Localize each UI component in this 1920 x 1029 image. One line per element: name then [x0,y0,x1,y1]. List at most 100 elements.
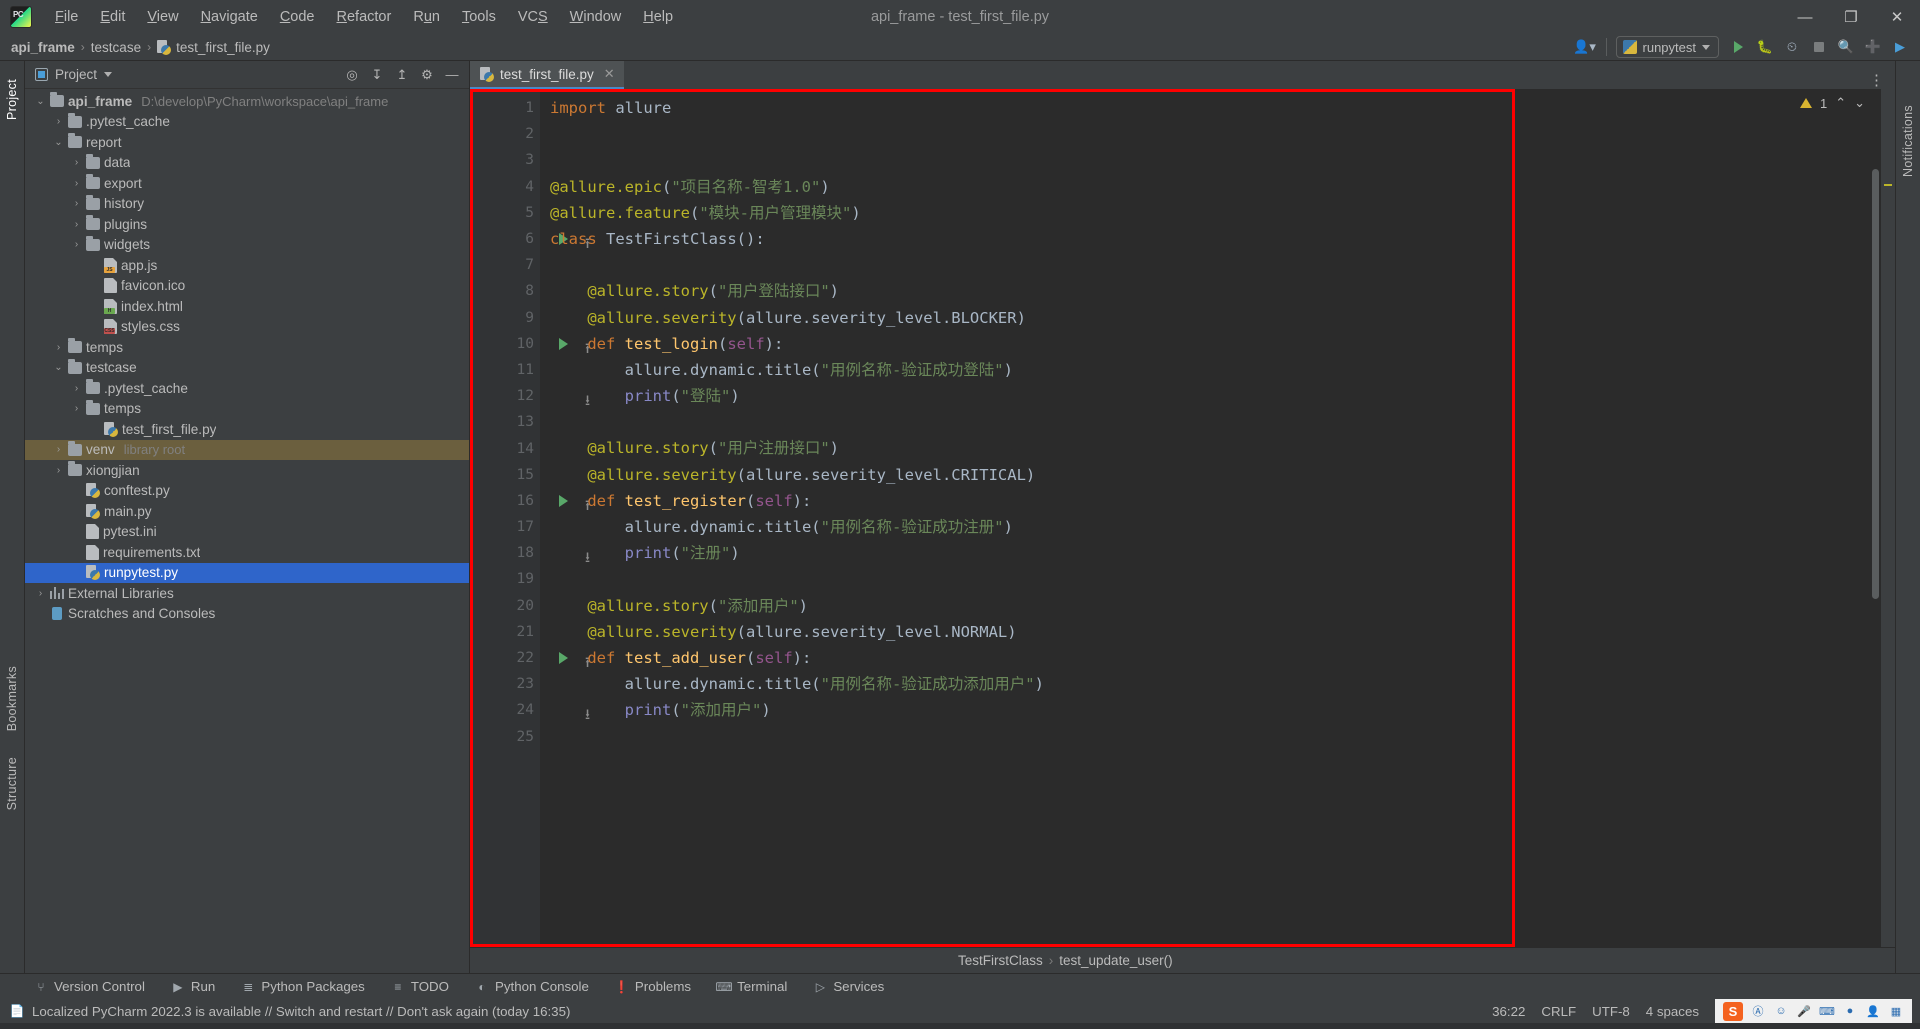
code-content[interactable]: import allure @allure.epic("项目名称-智考1.0")… [540,89,1895,947]
line-number[interactable]: 14 [470,435,540,461]
line-number[interactable]: 17 [470,514,540,540]
more-options-icon[interactable]: ⋮ [1869,71,1885,89]
tree-node[interactable]: › data [25,153,469,174]
tree-node[interactable]: › xiongjian [25,460,469,481]
run-button[interactable] [1726,36,1750,58]
plus-icon[interactable]: ➕ [1861,36,1885,58]
chevron-down-icon[interactable]: ⌄ [53,137,64,148]
tray-smiley-icon[interactable]: ☺ [1773,1003,1789,1019]
line-number[interactable]: 1 [470,95,540,121]
line-number[interactable]: 6 ⭱ [470,226,590,252]
line-number[interactable]: 24 ⭳ [470,697,591,723]
menu-item-file[interactable]: File [44,5,89,29]
line-number[interactable]: 15 [470,462,540,488]
chevron-right-icon[interactable]: › [53,465,64,476]
code-editor[interactable]: 1 2 3 4 5 6 ⭱ 7 8 9 10 ⭱ 11 12 ⭳ 13 14 15 16 ⭱ 17 18 ⭳ 19 20 21 22… [470,89,1895,947]
breadcrumb-item-file[interactable]: test_first_file.py [157,39,270,55]
prev-problem-icon[interactable]: ⌃ [1835,95,1846,111]
next-problem-icon[interactable]: ⌄ [1854,95,1865,111]
hide-panel-icon[interactable]: — [441,64,463,86]
menu-item-edit[interactable]: Edit [89,5,136,29]
code-line[interactable]: def test_add_user(self): [540,645,1895,671]
code-line[interactable] [540,724,1895,750]
line-number[interactable]: 13 [470,409,540,435]
menu-item-navigate[interactable]: Navigate [190,5,269,29]
user-icon[interactable]: 👤▾ [1573,36,1597,58]
code-line[interactable]: allure.dynamic.title("用例名称-验证成功登陆") [540,357,1895,383]
tree-node[interactable]: › .pytest_cache [25,112,469,133]
code-line[interactable] [540,566,1895,592]
line-number[interactable]: 20 [470,593,540,619]
run-coverage-button[interactable]: ⏲ [1780,36,1804,58]
close-button[interactable]: ✕ [1874,0,1920,34]
line-number[interactable]: 10 ⭱ [470,331,591,357]
sidebar-tab-structure[interactable]: Structure [2,749,22,818]
code-line[interactable]: @allure.epic("项目名称-智考1.0") [540,174,1895,200]
tree-node[interactable]: requirements.txt [25,542,469,563]
tray-dot-icon[interactable]: ● [1842,1003,1858,1019]
chevron-down-icon[interactable]: ⌄ [53,362,64,373]
chevron-right-icon[interactable]: › [35,588,46,599]
line-number[interactable]: 16 ⭱ [470,488,591,514]
line-number[interactable]: 7 [470,252,540,278]
tool-window-button[interactable]: ▶ Run [167,977,219,996]
code-line[interactable]: @allure.story("用户注册接口") [540,435,1895,461]
code-line[interactable]: @allure.severity(allure.severity_level.N… [540,619,1895,645]
search-icon[interactable]: 🔍 [1834,36,1858,58]
tree-node[interactable]: main.py [25,501,469,522]
menu-item-refactor[interactable]: Refactor [326,5,403,29]
tree-node[interactable]: › .pytest_cache [25,378,469,399]
line-number[interactable]: 11 [470,357,540,383]
file-encoding[interactable]: UTF-8 [1592,1004,1630,1019]
line-number[interactable]: 4 [470,174,540,200]
chevron-right-icon[interactable]: › [71,178,82,189]
collapse-all-icon[interactable]: ↥ [391,64,413,86]
line-number[interactable]: 19 [470,566,540,592]
code-line[interactable]: print("登陆") [540,383,1895,409]
tree-node[interactable]: ⌄ report [25,132,469,153]
project-tree[interactable]: ⌄ api_frame D:\develop\PyCharm\workspace\a… [25,89,469,973]
code-line[interactable]: print("添加用户") [540,697,1895,723]
chevron-right-icon[interactable]: › [71,383,82,394]
chevron-right-icon[interactable]: › [71,157,82,168]
menu-item-view[interactable]: View [136,5,189,29]
tool-window-button[interactable]: ≡ TODO [387,977,453,996]
code-line[interactable]: @allure.feature("模块-用户管理模块") [540,200,1895,226]
chevron-right-icon[interactable]: › [71,198,82,209]
breadcrumb-method[interactable]: test_update_user() [1059,953,1172,968]
tree-node[interactable]: JS app.js [25,255,469,276]
tree-node[interactable]: Hindex.html [25,296,469,317]
tray-person-icon[interactable]: 👤 [1865,1003,1881,1019]
tool-window-button[interactable]: ⌨ Terminal [713,977,791,996]
line-number[interactable]: 12 ⭳ [470,383,591,409]
code-line[interactable]: @allure.story("用户登陆接口") [540,278,1895,304]
status-message[interactable]: Localized PyCharm 2022.3 is available //… [32,1004,570,1019]
breadcrumb-item-project[interactable]: api_frame [11,40,75,55]
tree-node[interactable]: › plugins [25,214,469,235]
tray-mic-icon[interactable]: 🎤 [1796,1003,1812,1019]
warning-marker[interactable] [1884,184,1892,186]
chevron-right-icon[interactable]: › [53,444,64,455]
code-line[interactable]: import allure [540,95,1895,121]
sidebar-tab-project[interactable]: Project [2,71,22,128]
tray-a-icon[interactable]: Ⓐ [1750,1003,1766,1019]
code-line[interactable]: @allure.story("添加用户") [540,593,1895,619]
code-line[interactable]: @allure.severity(allure.severity_level.B… [540,305,1895,331]
tree-node[interactable]: › widgets [25,235,469,256]
code-line[interactable]: def test_register(self): [540,488,1895,514]
line-number[interactable]: 22 ⭱ [470,645,591,671]
tool-window-button[interactable]: ❗ Problems [611,977,695,996]
maximize-button[interactable]: ❐ [1828,0,1874,34]
line-number[interactable]: 25 [470,724,540,750]
line-number[interactable]: 8 [470,278,540,304]
gear-icon[interactable]: ⚙ [416,64,438,86]
tool-window-button[interactable]: ◐ Python Console [471,977,593,996]
sidebar-tab-bookmarks[interactable]: Bookmarks [2,658,22,739]
inspection-widget[interactable]: 1 ⌃ ⌄ [1799,95,1865,111]
tree-node[interactable]: › venv library root [25,439,469,460]
line-separator[interactable]: CRLF [1541,1004,1576,1019]
menu-item-window[interactable]: Window [559,5,633,29]
line-number[interactable]: 9 [470,305,540,331]
code-line[interactable] [540,409,1895,435]
tree-node[interactable]: favicon.ico [25,276,469,297]
